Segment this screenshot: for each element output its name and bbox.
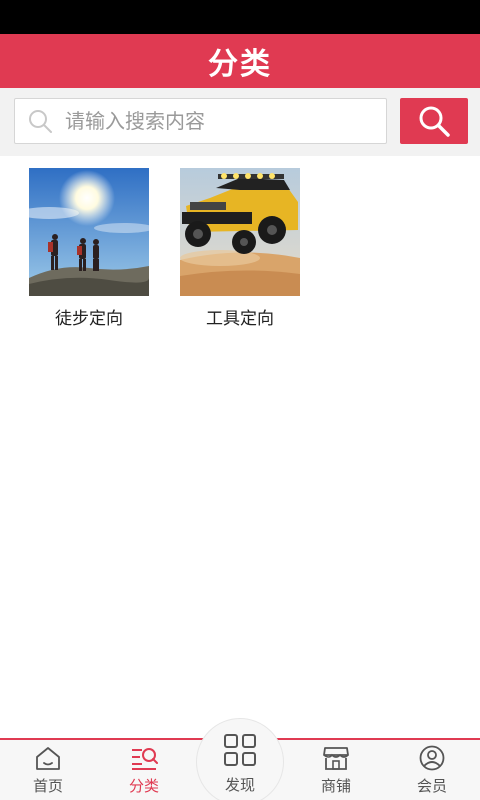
tab-label: 商铺	[320, 777, 351, 795]
title-bar: 分类	[0, 34, 480, 88]
status-bar	[0, 0, 480, 34]
search-bar	[0, 88, 480, 156]
home-icon	[36, 747, 60, 770]
tab-label: 分类	[128, 777, 159, 795]
category-item-hiking[interactable]: 徒步定向	[29, 168, 149, 329]
page-title: 分类	[208, 47, 272, 82]
grid-icon	[224, 734, 256, 766]
category-item-tools[interactable]: 工具定向	[180, 168, 300, 329]
search-field-container[interactable]	[14, 98, 387, 144]
tab-label: 会员	[416, 777, 447, 795]
search-input[interactable]	[65, 109, 355, 133]
tab-discover[interactable]: 发现	[196, 726, 284, 800]
shop-icon	[323, 747, 349, 770]
tab-label: 首页	[32, 777, 63, 795]
user-icon	[419, 745, 445, 771]
search-icon	[419, 106, 450, 137]
search-icon	[29, 110, 52, 133]
hikers-image	[29, 168, 149, 296]
offroad-truck-image	[180, 168, 300, 296]
tab-category[interactable]: 分类	[96, 740, 192, 800]
category-list-icon	[132, 748, 158, 770]
category-label: 徒步定向	[55, 309, 123, 329]
tab-home[interactable]: 首页	[0, 740, 96, 800]
search-button[interactable]	[400, 98, 468, 144]
tab-label: 发现	[224, 776, 255, 794]
tab-shop[interactable]: 商铺	[288, 740, 384, 800]
tab-member[interactable]: 会员	[384, 740, 480, 800]
category-label: 工具定向	[206, 309, 274, 329]
